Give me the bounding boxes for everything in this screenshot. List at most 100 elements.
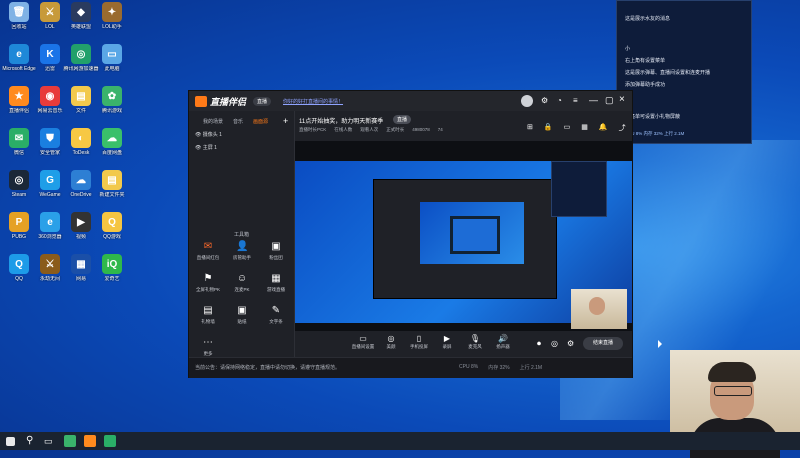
layout-icon[interactable]: ▭ bbox=[564, 123, 571, 133]
app-icon: G bbox=[40, 170, 60, 190]
crop-icon[interactable]: ⊞ bbox=[527, 123, 533, 133]
tool-item[interactable]: ✉ 直播间红包 bbox=[193, 241, 223, 269]
source-camera[interactable]: 👁 摄像头 1 bbox=[195, 131, 222, 138]
close-icon[interactable]: × bbox=[619, 94, 625, 105]
tool-label: 房管助手 bbox=[233, 255, 251, 260]
action-button[interactable]: ◎ 美颜 bbox=[379, 334, 403, 350]
app-icon: ✿ bbox=[102, 86, 122, 106]
task-view-icon[interactable]: ▭ bbox=[44, 435, 56, 447]
live-title-chip[interactable]: 直播 bbox=[393, 115, 412, 124]
stat-0: 直播时长PCK bbox=[299, 127, 327, 132]
action-icon: ▶ bbox=[443, 334, 451, 343]
tool-item[interactable]: ⚑ 全屏礼物PK bbox=[193, 273, 223, 301]
bottom-action-bar: ▭ 直播间设置 ◎ 美颜 ▯ 手机投屏 ▶ 录屏 🎙 麦克风 🔊 扬声器 ⏺ ◎ ⚙ 结束直播 bbox=[295, 331, 632, 357]
preview-toolbar: ⊞ 🔒 ▭ ▦ 🔔 ⤴ bbox=[527, 123, 626, 133]
action-button[interactable]: ▶ 录屏 bbox=[435, 334, 459, 350]
notif-line-0: 这是展示水友的消息 bbox=[625, 16, 671, 22]
app-name: 直播伴侣 bbox=[210, 96, 247, 107]
tool-icon: ☺ bbox=[236, 273, 248, 284]
taskbar-app-lol[interactable] bbox=[64, 435, 76, 447]
app-icon: e bbox=[9, 44, 29, 64]
live-badge[interactable]: 直播 bbox=[253, 97, 272, 106]
action-button[interactable]: 🎙 麦克风 bbox=[463, 334, 487, 350]
action-button[interactable]: ▯ 手机投屏 bbox=[407, 334, 431, 350]
app-icon: ⚔ bbox=[40, 254, 60, 274]
app-icon: ▶ bbox=[71, 212, 91, 232]
gear-icon[interactable]: ⚙ bbox=[567, 339, 574, 348]
search-icon[interactable]: ⚲ bbox=[26, 435, 38, 447]
action-icon: 🔊 bbox=[498, 334, 508, 343]
tool-item[interactable]: ✎ 文字条 bbox=[261, 305, 291, 333]
desktop-icon-label: QQ游戏 bbox=[103, 234, 121, 240]
tool-item[interactable]: ▦ 游戏直播 bbox=[261, 273, 291, 301]
taskbar-app-live[interactable] bbox=[84, 435, 96, 447]
tool-icon: ✎ bbox=[271, 305, 281, 316]
notification-panel: 这是展示水友的消息 小 右上角有设置菜单 这是展示弹幕、直播间设置和连麦开播 添… bbox=[616, 0, 752, 144]
desktop-icon[interactable]: iQ 爱奇艺 bbox=[94, 254, 130, 296]
app-icon: ◎ bbox=[71, 44, 91, 64]
desktop-icon[interactable]: ✿ 腾讯游戏 bbox=[94, 86, 130, 128]
tool-label: 连麦PK bbox=[234, 287, 250, 292]
camera-icon[interactable]: ◎ bbox=[551, 339, 558, 348]
preview-canvas[interactable] bbox=[295, 141, 632, 331]
skin-icon[interactable]: ◔ bbox=[557, 96, 562, 105]
maximize-icon[interactable]: ▢ bbox=[605, 95, 614, 106]
add-icon[interactable]: + bbox=[283, 116, 288, 126]
grid-icon[interactable]: ▦ bbox=[581, 123, 588, 133]
action-button[interactable]: 🔊 扬声器 bbox=[491, 334, 515, 350]
end-live-button[interactable]: 结束直播 bbox=[583, 337, 623, 350]
tab-scenes[interactable]: 我的场景 bbox=[203, 118, 223, 125]
desktop-icon[interactable]: ▭ 此电脑 bbox=[94, 44, 130, 86]
tool-item[interactable]: ▣ 贴纸 bbox=[227, 305, 257, 333]
tool-label: 粉丝团 bbox=[269, 255, 283, 260]
avatar[interactable] bbox=[521, 95, 533, 107]
eye-icon[interactable]: 👁 bbox=[195, 132, 203, 138]
tab-sources[interactable]: 画面源 bbox=[253, 118, 268, 125]
taskbar-app-wechat[interactable] bbox=[104, 435, 116, 447]
app-icon: ☁ bbox=[102, 128, 122, 148]
desktop-icon[interactable]: ☁ 百度网盘 bbox=[94, 128, 130, 170]
minimize-icon[interactable]: — bbox=[589, 95, 598, 105]
tool-item[interactable]: ▣ 粉丝团 bbox=[261, 241, 291, 269]
desktop-icon[interactable]: Q QQ游戏 bbox=[94, 212, 130, 254]
tool-item[interactable]: ▤ 礼物墙 bbox=[193, 305, 223, 333]
lock-icon[interactable]: 🔒 bbox=[544, 123, 553, 133]
app-icon: 🗑 bbox=[9, 2, 29, 22]
share-icon[interactable]: ⤴ bbox=[619, 123, 626, 133]
title-bar: 直播伴侣 直播 你好的好打直播间的事情！ ⚙ ◔ ≡ — ▢ × bbox=[189, 91, 632, 111]
stat-2: 观看人次 bbox=[360, 127, 379, 132]
menu-icon[interactable]: ≡ bbox=[573, 96, 578, 105]
tool-item[interactable]: ☺ 连麦PK bbox=[227, 273, 257, 301]
record-icon[interactable]: ⏺ bbox=[537, 339, 541, 349]
toolbox-title: 工具箱 bbox=[233, 232, 249, 238]
nested-screen-inner bbox=[450, 216, 500, 254]
action-label: 麦克风 bbox=[468, 344, 482, 349]
notice-link[interactable]: 你好的好打直播间的事情！ bbox=[283, 98, 343, 105]
tab-music[interactable]: 音乐 bbox=[233, 118, 243, 125]
tool-label: 全屏礼物PK bbox=[195, 287, 220, 292]
tool-item[interactable]: 👤 房管助手 bbox=[227, 241, 257, 269]
eye-icon[interactable]: 👁 bbox=[195, 145, 203, 151]
desktop-icon-label: 腾讯游戏 bbox=[101, 108, 122, 114]
tool-label: 贴纸 bbox=[237, 319, 247, 324]
mouse-cursor bbox=[658, 340, 662, 348]
tool-icon: 👤 bbox=[236, 241, 249, 252]
tool-icon: ▣ bbox=[271, 241, 281, 252]
settings-icon[interactable]: ⚙ bbox=[541, 96, 548, 105]
source-screen[interactable]: 👁 主屏 1 bbox=[195, 144, 217, 151]
app-icon: Q bbox=[9, 254, 29, 274]
app-icon: ▤ bbox=[71, 86, 91, 106]
taskbar: ⚲ ▭ bbox=[0, 432, 800, 450]
action-button[interactable]: ▭ 直播间设置 bbox=[351, 334, 375, 350]
app-icon: ★ bbox=[9, 86, 29, 106]
live-title[interactable]: 11点开始抽奖，助力明天新赛季 bbox=[299, 116, 383, 125]
desktop-icon[interactable]: ▤ 新建文件夹 bbox=[94, 170, 130, 212]
start-button[interactable] bbox=[6, 437, 15, 446]
action-icon: 🎙 bbox=[469, 334, 481, 343]
desktop-icon[interactable]: ✦ LOL助手 bbox=[94, 2, 130, 44]
bell-icon[interactable]: 🔔 bbox=[599, 123, 608, 133]
stat-4: 4980078 bbox=[412, 127, 430, 132]
tool-icon: ▤ bbox=[203, 305, 213, 316]
stat-1: 在线人数 bbox=[334, 127, 353, 132]
desktop-icon-label: 新建文件夹 bbox=[99, 192, 125, 198]
